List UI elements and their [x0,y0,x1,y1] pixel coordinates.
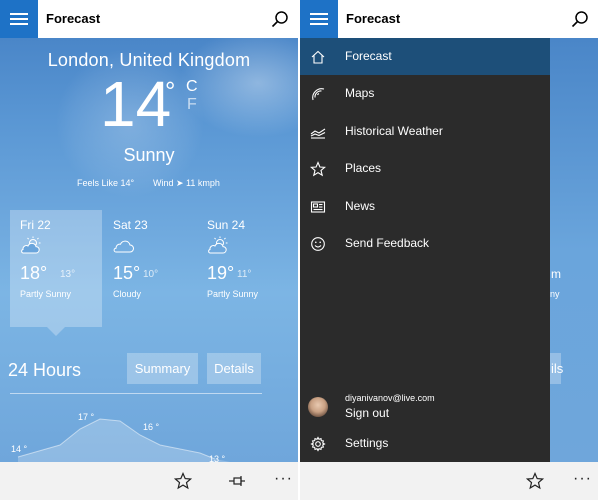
menu-pane: m ny ils Forecast Forecast Maps Historic… [300,0,598,500]
graph-temp-label: 14 ° [11,444,28,454]
graph-temp-label: 17 ° [78,412,95,422]
unit-fahrenheit-toggle[interactable]: F [187,96,197,114]
chart-icon [310,128,326,139]
smiley-icon [311,237,325,251]
app-bar: ··· [0,462,298,500]
day-name: Sat 23 [113,218,148,232]
day-low-temp: 13° [60,269,76,280]
day-card-sun[interactable]: Sun 24 19° 11° Partly Sunny [197,210,289,327]
day-name: Fri 22 [20,218,51,232]
hours-section-title: 24 Hours [8,360,82,380]
hamburger-icon[interactable] [0,0,38,38]
sign-out-link[interactable]: Sign out [345,406,389,420]
partial-text: m [551,267,561,281]
day-low-temp: 11° [237,269,252,280]
degree-symbol: ° [165,76,176,106]
app-bar: ··· [300,462,598,500]
day-high-temp: 18° [20,263,48,283]
day-card-sat[interactable]: Sat 23 15° 10° Cloudy [103,210,195,327]
unit-celsius-toggle[interactable]: C [186,78,198,96]
nav-item-maps[interactable]: Maps [300,75,550,112]
partial-details-tab[interactable]: ils [550,353,563,384]
graph-temp-label: 16 ° [143,422,160,432]
app-title: Forecast [46,11,101,26]
nav-label: Forecast [345,49,392,63]
details-tab[interactable]: Details [207,353,261,384]
nav-item-settings[interactable]: Settings [300,425,550,462]
pin-icon[interactable] [228,472,246,490]
search-icon[interactable] [570,9,590,29]
nav-item-send-feedback[interactable]: Send Feedback [300,225,550,262]
feels-like: Feels Like 14° [77,178,135,188]
star-icon[interactable] [526,472,544,490]
nav-item-historical-weather[interactable]: Historical Weather [300,113,550,150]
account-email: diyanivanov@live.com [345,393,435,403]
home-icon [311,50,325,64]
news-icon [310,201,326,213]
partly-sunny-icon [208,236,228,254]
nav-label: Historical Weather [345,124,443,138]
nav-label: Places [345,161,382,175]
app-header: Forecast [300,0,598,38]
day-name: Sun 24 [207,218,246,232]
day-condition: Partly Sunny [207,289,259,299]
day-condition: Partly Sunny [20,289,72,299]
current-temperature: 14 [100,68,172,140]
nav-item-forecast[interactable]: Forecast [300,38,550,75]
star-icon [310,161,326,177]
hamburger-icon[interactable] [300,0,338,38]
summary-tab[interactable]: Summary [127,353,198,384]
day-high-temp: 19° [207,263,235,283]
partial-text: ny [550,289,560,299]
nav-label: Send Feedback [345,236,430,250]
nav-item-places[interactable]: Places [300,150,550,187]
forecast-pane: Forecast London, United Kingdom 14 ° C F… [0,0,298,500]
wind-speed: Wind ➤ 11 kmph [153,178,220,188]
gear-icon [310,436,326,452]
current-condition: Sunny [123,145,175,165]
day-condition: Cloudy [113,289,142,299]
radar-icon [312,88,325,101]
weather-background [550,38,598,462]
star-icon[interactable] [174,472,192,490]
cloudy-icon [113,240,134,253]
hours-divider [10,393,262,394]
nav-label: News [345,199,376,213]
day-low-temp: 10° [143,269,159,280]
nav-label: Settings [345,436,389,450]
nav-item-news[interactable]: News [300,188,550,225]
search-icon[interactable] [270,9,290,29]
more-options-button[interactable]: ··· [274,470,293,488]
app-title: Forecast [346,11,401,26]
selected-day-pointer [47,327,65,336]
day-card-fri[interactable]: Fri 22 18° 13° Partly Sunny [10,210,102,327]
navigation-drawer: Forecast Maps Historical Weather Places … [300,38,550,462]
partly-sunny-icon [21,236,41,254]
nav-label: Maps [345,86,375,100]
day-high-temp: 15° [113,263,141,283]
avatar[interactable] [308,397,328,417]
app-header: Forecast [0,0,298,38]
more-options-button[interactable]: ··· [573,470,592,488]
